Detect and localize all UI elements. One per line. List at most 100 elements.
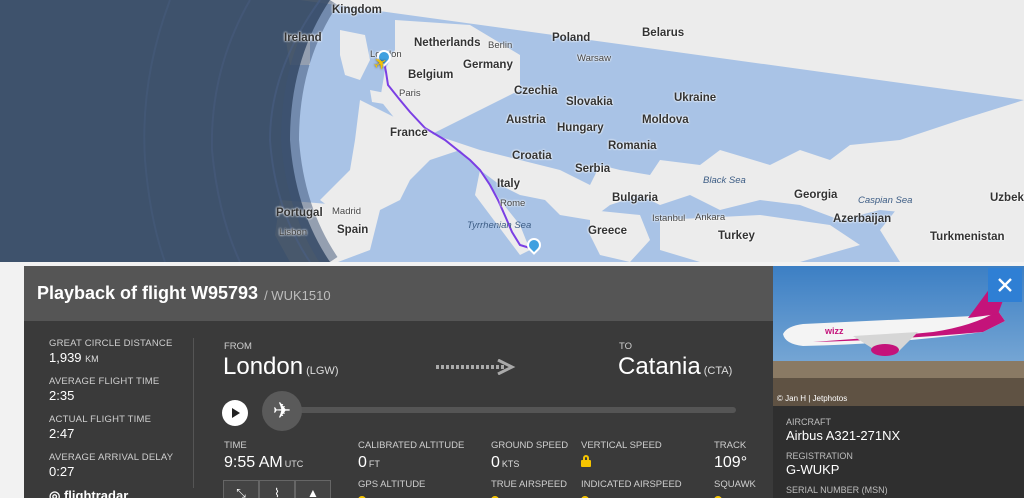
left-strip	[0, 279, 24, 498]
true-airspeed-label: TRUE AIRSPEED	[491, 479, 568, 490]
track-cell: TRACK 109° SQUAWK	[714, 440, 756, 498]
map-label-lisbon: Lisbon	[279, 227, 307, 238]
stat-label: ACTUAL FLIGHT TIME	[49, 414, 152, 425]
to-label: TO	[619, 341, 633, 352]
stat-label: GREAT CIRCLE DISTANCE	[49, 338, 173, 349]
stat-arrival-delay: AVERAGE ARRIVAL DELAY 0:27	[49, 452, 194, 479]
map-label-turkmenistan: Turkmenistan	[930, 231, 1005, 243]
map-label-azerbaijan: Azerbaijan	[833, 213, 892, 225]
stat-avg-flight-time: AVERAGE FLIGHT TIME 2:35	[49, 376, 194, 403]
indicated-airspeed-label: INDICATED AIRSPEED	[581, 479, 682, 490]
playback-tools: ⤡ ⌇ ▲	[223, 480, 331, 498]
map-label-belgium: Belgium	[408, 69, 454, 81]
collapse-icon: ⤡	[236, 485, 246, 498]
map-label-germany: Germany	[463, 59, 513, 71]
playback-timeline[interactable]	[274, 407, 736, 413]
stat-label: AVERAGE FLIGHT TIME	[49, 376, 160, 387]
stat-value: 1,939 KM	[49, 350, 99, 365]
panel-callsign: / WUK1510	[264, 287, 331, 303]
map-label-czechia: Czechia	[514, 85, 558, 97]
stat-value: 2:47	[49, 426, 75, 441]
aircraft-value: Airbus A321-271NX	[786, 428, 901, 443]
map-label-kingdom: Kingdom	[332, 4, 382, 16]
graph-button[interactable]: ▲	[295, 480, 331, 498]
map-label-serbia: Serbia	[575, 163, 611, 175]
from-label: FROM	[224, 341, 252, 352]
map-label-greece: Greece	[588, 225, 628, 237]
stat-value: 0:27	[49, 464, 75, 479]
map-label-france: France	[390, 127, 428, 139]
map-label-austria: Austria	[506, 114, 546, 126]
map-label-black-sea: Black Sea	[703, 175, 746, 186]
flightradar-logo[interactable]: ◎ flightradar	[49, 488, 128, 498]
route-icon: ⌇	[274, 486, 280, 498]
stat-distance: GREAT CIRCLE DISTANCE 1,939 KM	[49, 338, 194, 365]
aircraft-card: wizz © Jan H | Jetphotos AIRCRAFT Airbus…	[773, 266, 1024, 498]
calibrated-altitude-value: 0 FT	[358, 454, 380, 471]
map-label-caspian-sea: Caspian Sea	[858, 195, 913, 206]
graph-icon: ▲	[307, 486, 319, 498]
photo-credit[interactable]: © Jan H | Jetphotos	[777, 394, 847, 403]
origin-city: London (LGW)	[223, 353, 339, 380]
route-arrow-icon	[436, 359, 516, 375]
track-value: 109°	[714, 454, 748, 471]
ground-speed-cell: GROUND SPEED 0 KTS TRUE AIRSPEED	[491, 440, 568, 498]
logo-text: flightradar	[63, 488, 129, 498]
stat-label: AVERAGE ARRIVAL DELAY	[49, 452, 174, 463]
logo-icon: ◎	[49, 488, 61, 498]
timeline-scrubber[interactable]: ✈	[262, 391, 302, 431]
map-label-tyrrhenian-sea: Tyrrhenian Sea	[467, 220, 532, 231]
time-cell: TIME 9:55 AM UTC	[224, 440, 303, 472]
flight-stats: GREAT CIRCLE DISTANCE 1,939 KM AVERAGE F…	[49, 338, 194, 490]
squawk-label: SQUAWK	[714, 479, 756, 490]
map-label-belarus: Belarus	[642, 27, 685, 39]
playback-panel: Playback of flight W95793 / WUK1510 GREA…	[24, 266, 773, 498]
map-label-rome: Rome	[500, 198, 526, 209]
panel-header: Playback of flight W95793 / WUK1510	[24, 266, 773, 321]
close-button[interactable]	[988, 268, 1022, 302]
map-label-turkey: Turkey	[718, 230, 755, 242]
route-button[interactable]: ⌇	[259, 480, 295, 498]
lock-icon[interactable]	[581, 455, 591, 467]
time-value: 9:55 AM UTC	[224, 454, 304, 471]
stat-value: 2:35	[49, 388, 75, 403]
map-label-georgia: Georgia	[794, 189, 838, 201]
vertical-speed-cell: VERTICAL SPEED INDICATED AIRSPEED	[581, 440, 682, 498]
close-icon	[998, 278, 1012, 292]
registration-value: G-WUKP	[786, 462, 840, 477]
map-label-romania: Romania	[608, 140, 657, 152]
calibrated-altitude-cell: CALIBRATED ALTITUDE 0 FT GPS ALTITUDE	[358, 440, 464, 498]
aircraft-photo-image: wizz	[773, 266, 1024, 406]
map-label-paris: Paris	[399, 88, 421, 99]
divider	[193, 338, 194, 488]
map-label-istanbul: Istanbul	[652, 213, 686, 224]
map-label-warsaw: Warsaw	[577, 53, 611, 64]
ground-speed-value: 0 KTS	[491, 454, 520, 471]
map-label-slovakia: Slovakia	[566, 96, 613, 108]
svg-text:wizz: wizz	[824, 326, 844, 336]
calibrated-altitude-label: CALIBRATED ALTITUDE	[358, 440, 465, 451]
map-label-portugal: Portugal	[276, 207, 323, 219]
track-label: TRACK	[714, 440, 747, 451]
map-label-berlin: Berlin	[488, 40, 513, 51]
aircraft-label: AIRCRAFT	[786, 417, 831, 427]
destination-city: Catania (CTA)	[618, 353, 733, 380]
stat-actual-flight-time: ACTUAL FLIGHT TIME 2:47	[49, 414, 194, 441]
vertical-speed-label: VERTICAL SPEED	[581, 440, 662, 451]
map-label-hungary: Hungary	[557, 122, 604, 134]
fullscreen-button[interactable]: ⤡	[223, 480, 259, 498]
map-label-ireland: Ireland	[284, 32, 322, 44]
map-label-spain: Spain	[337, 224, 369, 236]
time-label: TIME	[224, 440, 247, 451]
map-label-netherlands: Netherlands	[414, 37, 481, 49]
ground-speed-label: GROUND SPEED	[491, 440, 569, 451]
registration-label: REGISTRATION	[786, 451, 853, 461]
play-button[interactable]	[222, 400, 248, 426]
map-label-bulgaria: Bulgaria	[612, 192, 659, 204]
map-label-italy: Italy	[497, 178, 521, 190]
map-label-ankara: Ankara	[695, 212, 726, 223]
map-label-moldova: Moldova	[642, 114, 689, 126]
map-label-ukraine: Ukraine	[674, 92, 717, 104]
panel-title: Playback of flight W95793	[37, 283, 259, 303]
aircraft-photo[interactable]: wizz © Jan H | Jetphotos	[773, 266, 1024, 406]
